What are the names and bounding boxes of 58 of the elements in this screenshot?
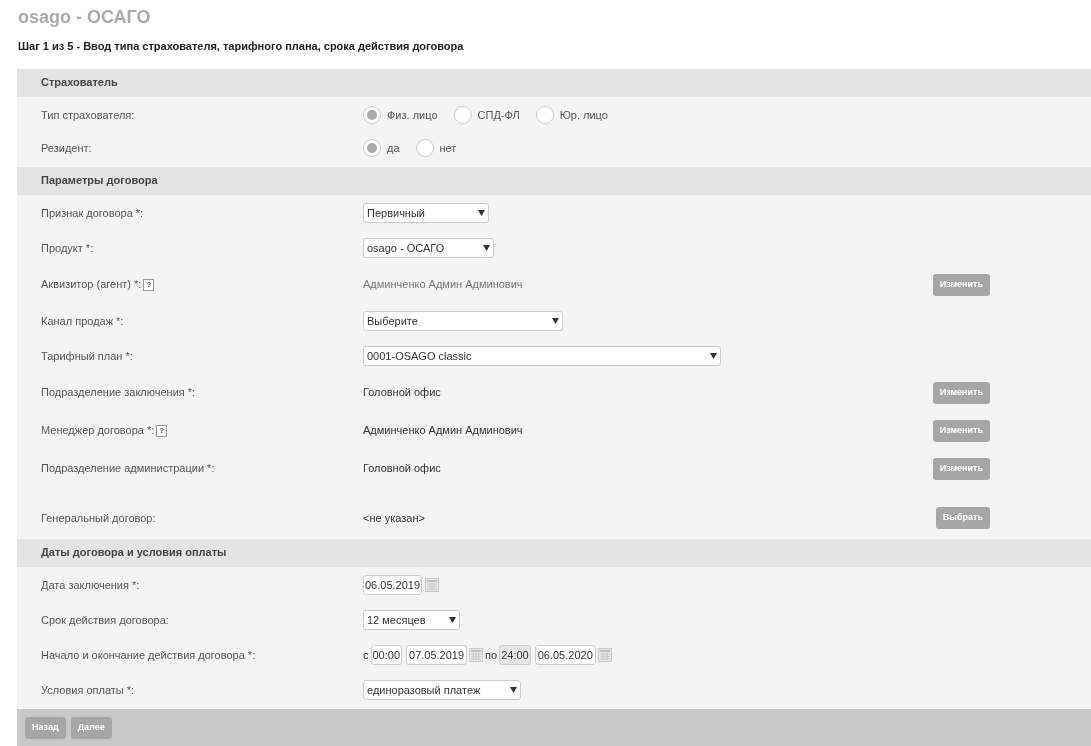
- field-label: Менеджер договора *:: [41, 423, 155, 439]
- from-label: с: [363, 647, 369, 663]
- select-dropdown[interactable]: osago - ОСАГО: [363, 238, 494, 258]
- radio-button[interactable]: [535, 106, 554, 124]
- field-label: Аквизитор (агент) *:: [41, 277, 142, 293]
- field-label: Тип страхователя:: [41, 107, 135, 123]
- time-field[interactable]: 00:00: [370, 645, 403, 665]
- section-header: Даты договора и условия оплаты: [17, 538, 1091, 567]
- step-title: Шаг 1 из 5 - Ввод типа страхователя, тарифного плана, срока действия договора: [18, 39, 465, 54]
- to-label: по: [485, 647, 498, 663]
- select-dropdown[interactable]: 12 месяцев: [363, 610, 460, 630]
- dropdown-arrow-icon: [710, 353, 717, 359]
- section-header: Параметры договора: [17, 166, 1091, 195]
- field-label: Начало и окончание действия договора *:: [41, 647, 256, 663]
- radio-label: нет: [439, 140, 457, 156]
- radio-button[interactable]: [415, 139, 434, 157]
- radio-label: Физ. лицо: [387, 107, 438, 123]
- select-dropdown[interactable]: Первичный: [363, 203, 489, 223]
- select-dropdown[interactable]: Выберите: [363, 311, 563, 331]
- field-value: Головной офис: [363, 385, 441, 401]
- radio-label: да: [387, 140, 400, 156]
- date-field[interactable]: 06.05.2020: [534, 645, 596, 665]
- help-icon[interactable]: ?: [143, 278, 155, 291]
- field-label: Подразделение администрации *:: [41, 461, 215, 477]
- radio-button[interactable]: [453, 106, 472, 124]
- radio-button[interactable]: [363, 106, 381, 124]
- field-label: Условия оплаты *:: [41, 682, 135, 698]
- calendar-icon[interactable]: [425, 578, 440, 592]
- radio-button[interactable]: [363, 139, 381, 157]
- field-value: Админченко Админ Админович: [363, 277, 523, 293]
- field-label: Тарифный план *:: [41, 348, 133, 364]
- dropdown-arrow-icon: [449, 617, 456, 623]
- date-field[interactable]: 07.05.2019: [406, 645, 468, 665]
- field-value: <не указан>: [363, 510, 425, 526]
- select-dropdown[interactable]: единоразовый платеж: [363, 680, 521, 700]
- field-label: Генеральный договор:: [41, 510, 156, 526]
- radio-label: Юр. лицо: [559, 107, 608, 123]
- section-header: Страхователь: [17, 68, 1091, 97]
- radio-label: СПД-ФЛ: [477, 107, 520, 123]
- page-title: osago - ОСАГО: [18, 6, 152, 29]
- dropdown-arrow-icon: [478, 210, 485, 216]
- field-value: Головной офис: [363, 461, 441, 477]
- dropdown-arrow-icon: [510, 687, 517, 693]
- calendar-icon[interactable]: [469, 648, 484, 662]
- dropdown-arrow-icon: [552, 318, 559, 324]
- field-label: Продукт *:: [41, 240, 94, 256]
- field-label: Резидент:: [41, 140, 92, 156]
- calendar-icon[interactable]: [597, 648, 612, 662]
- field-label: Дата заключения *:: [41, 577, 140, 593]
- field-label: Подразделение заключения *:: [41, 385, 196, 401]
- field-label: Срок действия договора:: [41, 612, 169, 628]
- select-dropdown[interactable]: 0001-OSAGO classic: [363, 346, 721, 366]
- date-field[interactable]: 06.05.2019: [363, 575, 423, 595]
- dropdown-arrow-icon: [483, 245, 490, 251]
- field-label: Канал продаж *:: [41, 313, 124, 329]
- field-value: Админченко Админ Админович: [363, 423, 523, 439]
- field-label: Признак договора *:: [41, 205, 144, 221]
- help-icon[interactable]: ?: [156, 424, 168, 437]
